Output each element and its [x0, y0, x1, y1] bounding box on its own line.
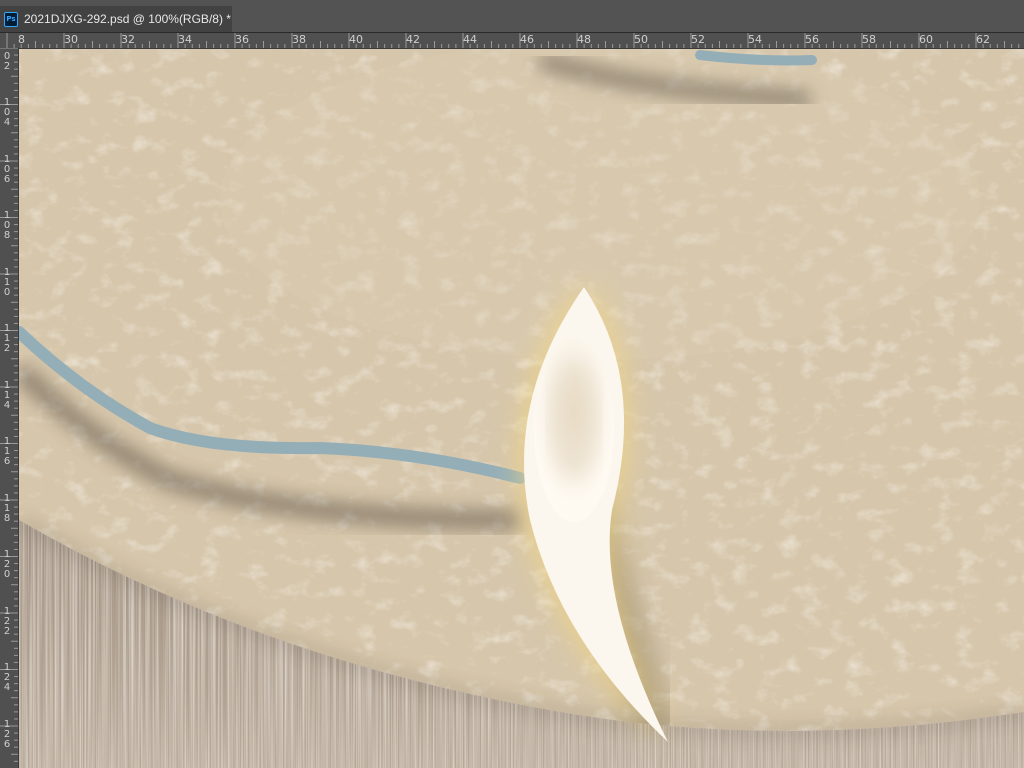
- river-top: [695, 50, 817, 66]
- vertical-ruler[interactable]: 0 2 1 0 4 1 0 6 1 0 8 1 1 0 1 1 2 1 1 4 1 1 6 1 …: [0, 48, 19, 768]
- ruler-label: 56: [805, 33, 819, 46]
- ruler-label-vertical: 1 2 6: [3, 718, 11, 750]
- document-tab[interactable]: Ps 2021DJXG-292.psd @ 100%(RGB/8) *: [0, 6, 232, 32]
- ruler-label: 54: [748, 33, 762, 46]
- ruler-label: 40: [349, 33, 363, 46]
- photoshop-app-icon: Ps: [4, 11, 18, 27]
- ruler-label: 50: [634, 33, 648, 46]
- ruler-label-vertical: 1 0 6: [3, 153, 11, 185]
- ruler-label-vertical: 1 0 4: [3, 97, 11, 128]
- ruler-label-vertical: 1 1 2: [3, 323, 11, 354]
- horizontal-ruler[interactable]: 8 30 32 34 36 38 40 42 44 46 48 50 52 54 56 58 60 62: [0, 33, 1024, 49]
- ruler-label-vertical: 1 2 4: [3, 662, 11, 693]
- ruler-label-vertical: 1 2 0: [3, 549, 11, 580]
- ruler-label: 42: [406, 33, 420, 46]
- ruler-label: 46: [520, 33, 534, 46]
- ruler-label: 44: [463, 33, 477, 46]
- ruler-label-vertical: 1 1 8: [3, 492, 11, 524]
- ruler-label-vertical: 1 1 4: [3, 379, 11, 411]
- artwork: [19, 49, 1024, 768]
- ruler-label: 58: [862, 33, 876, 46]
- ruler-label: 48: [577, 33, 591, 46]
- document-tab-bar: Ps 2021DJXG-292.psd @ 100%(RGB/8) *: [0, 0, 1024, 33]
- ruler-label: 32: [121, 33, 135, 46]
- ruler-label: 62: [976, 33, 990, 46]
- ruler-label: 34: [178, 33, 192, 46]
- ruler-label-vertical: 0 2: [3, 51, 11, 72]
- document-canvas[interactable]: [19, 49, 1024, 768]
- ruler-label-vertical: 1 0 8: [3, 210, 11, 241]
- ruler-label: 36: [235, 33, 249, 46]
- ruler-label: 8: [18, 33, 25, 46]
- ruler-label-vertical: 1 1 6: [3, 436, 11, 467]
- ruler-label: 30: [64, 33, 78, 46]
- ruler-label: 60: [919, 33, 933, 46]
- ruler-label: 52: [691, 33, 705, 46]
- ruler-label-vertical: 1 1 0: [3, 266, 11, 298]
- ruler-label: 38: [292, 33, 306, 46]
- document-tab-title: 2021DJXG-292.psd @ 100%(RGB/8) *: [24, 12, 231, 26]
- ruler-label-vertical: 1 2 2: [3, 605, 11, 637]
